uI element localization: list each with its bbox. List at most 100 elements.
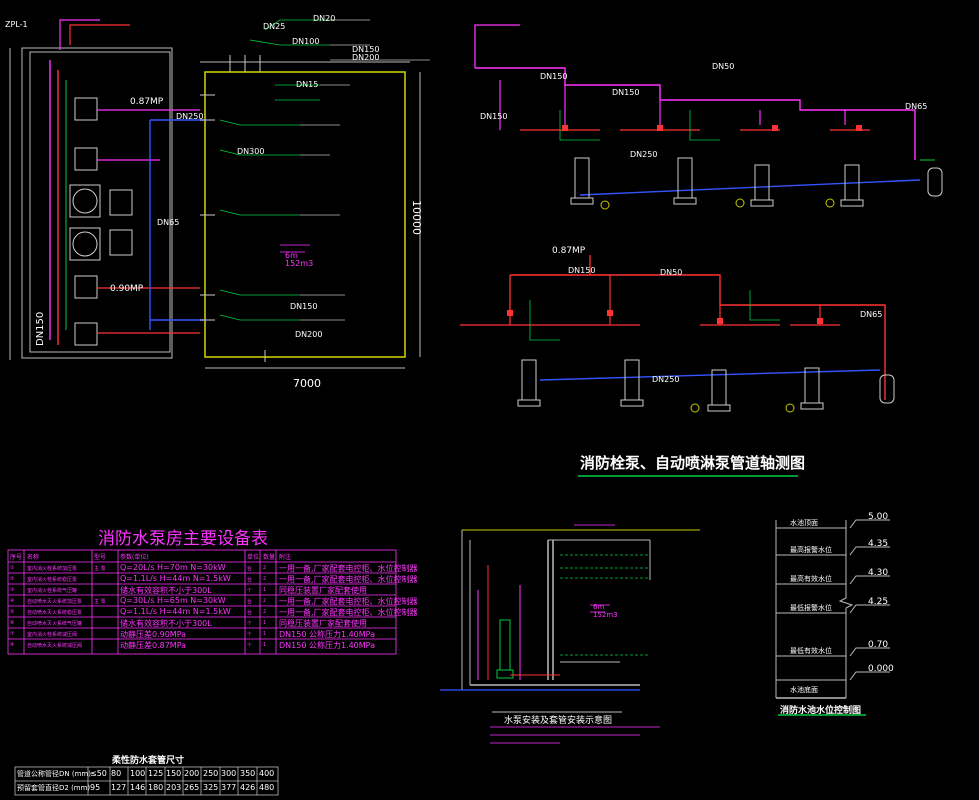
table-header-cell: 序号: [10, 554, 23, 561]
water-level-label: 水池底面: [790, 686, 818, 694]
water-level-value: 0.70: [868, 640, 889, 650]
plan-label: DN65: [157, 218, 180, 227]
pump-install-label: 6m: [593, 603, 605, 611]
table-cell: 2: [263, 565, 267, 571]
table-cell: 自动喷水灭火系统减压阀: [27, 643, 83, 649]
table-header-cell: 参数(单位): [120, 554, 149, 561]
table-cell: 1: [263, 642, 267, 648]
table-cell: 自动喷水灭火系统加压泵: [27, 599, 83, 605]
table-cell: Q=1.1L/s H=44m N=1.5kW: [120, 574, 231, 583]
axon-label: DN50: [712, 62, 735, 71]
table-cell: 自动喷水灭火系统稳压泵: [27, 610, 83, 616]
sleeve-dn-cell: 200: [184, 769, 200, 778]
table-cell: ⑧: [10, 642, 15, 648]
table-cell: ⑦: [10, 631, 15, 637]
table-cell: 2: [263, 598, 267, 604]
table-cell: 1: [263, 587, 267, 593]
plan-label: DN25: [263, 22, 286, 31]
sleeve-d2-cell: 426: [240, 783, 256, 792]
table-cell: 室内消火栓系统气压罐: [27, 588, 78, 594]
table-cell: Q=20L/s H=70m N=30kW: [120, 563, 226, 572]
table-cell: 2: [263, 576, 267, 582]
axonometric-title: 消防栓泵、自动喷淋泵管道轴测图: [580, 454, 806, 472]
plan-width-dim: 7000: [293, 377, 321, 390]
table-header-cell: 附注: [279, 554, 292, 561]
axon-label: DN150: [540, 72, 568, 81]
table-cell: 动静压差0.90MPa: [120, 630, 187, 639]
sleeve-dn-cell: 400: [259, 769, 275, 778]
water-level-label: 水池顶面: [790, 519, 818, 527]
water-level-label: 最高报警水位: [790, 546, 832, 554]
axon-label: DN250: [630, 150, 658, 159]
table-cell: 一用一备,厂家配套电控柜、水位控制器: [279, 608, 418, 617]
table-cell: 室内消火栓系统加压泵: [27, 566, 78, 572]
table-cell: 个: [247, 632, 253, 638]
table-header-cell: 名称: [27, 554, 40, 561]
sleeve-d2-cell: 377: [221, 783, 237, 792]
plan-label: 0.87MP: [130, 97, 164, 107]
plan-label: DN200: [352, 53, 380, 62]
water-level-value: 0.000: [868, 664, 894, 674]
axon-label: DN150: [568, 266, 596, 275]
table-cell: 自动喷水灭火系统气压罐: [27, 621, 83, 627]
water-level-label: 最低有效水位: [790, 647, 832, 655]
sleeve-d2-cell: 265: [184, 783, 200, 792]
sleeve-row-label: 预留套管直径D2 (mm): [17, 784, 91, 792]
table-cell: 储水有效容积不小于300L: [120, 586, 212, 595]
equipment-table-title: 消防水泵房主要设备表: [98, 529, 268, 549]
axon-label: DN65: [860, 310, 883, 319]
axon-label: DN150: [612, 88, 640, 97]
pump-install-caption: 水泵安装及套管安装示意图: [504, 716, 613, 726]
table-cell: ①: [10, 565, 15, 571]
sleeve-dn-cell: 150: [166, 769, 182, 778]
plan-label: 0.90MP: [110, 284, 144, 294]
table-cell: 主 泵: [94, 566, 106, 572]
plan-label: DN250: [176, 112, 204, 121]
plan-label: DN150: [290, 302, 318, 311]
table-cell: 室内消火栓系统稳压泵: [27, 577, 78, 583]
table-cell: 个: [247, 621, 253, 627]
plan-label: 152m3: [285, 259, 314, 268]
sleeve-dn-cell: 300: [221, 769, 237, 778]
table-cell: Q=1.1L/s H=44m N=1.5kW: [120, 607, 231, 616]
table-cell: 个: [247, 588, 253, 594]
water-level-label: 最低报警水位: [790, 604, 832, 612]
table-cell: 1: [263, 620, 267, 626]
water-level-caption: 消防水池水位控制图: [780, 706, 862, 716]
axon-label: 0.87MP: [552, 246, 586, 256]
water-level-value: 4.35: [868, 539, 889, 549]
table-cell: ⑤: [10, 609, 15, 615]
sleeve-d2-cell: 95: [90, 783, 101, 792]
table-cell: ③: [10, 587, 15, 593]
sleeve-row-label: 管道公称管径DN (mm): [17, 770, 91, 778]
table-cell: 个: [247, 643, 253, 649]
table-cell: 台: [247, 566, 253, 572]
table-cell: 一用一备,厂家配套电控柜、水位控制器: [279, 575, 418, 584]
axon-label: DN50: [660, 268, 683, 277]
sleeve-dn-cell: 125: [148, 769, 164, 778]
sleeve-dn-cell: 350: [240, 769, 256, 778]
table-cell: 一用一备,厂家配套电控柜、水位控制器: [279, 597, 418, 606]
plan-label: DN200: [295, 330, 323, 339]
table-cell: 同稳压装置厂家配套使用: [279, 619, 367, 628]
table-header-cell: 型号: [94, 554, 107, 561]
axon-label: DN250: [652, 375, 680, 384]
table-cell: DN150 公称压力1.40MPa: [279, 630, 376, 639]
water-level-label: 最高有效水位: [790, 575, 832, 583]
table-cell: 动静压差0.87MPa: [120, 641, 187, 650]
plan-height-dim: 10000: [410, 200, 423, 235]
sleeve-d2-cell: 127: [111, 783, 127, 792]
table-cell: 台: [247, 599, 253, 605]
table-cell: ⑥: [10, 620, 15, 626]
sleeve-dn-cell: 250: [203, 769, 219, 778]
table-cell: 台: [247, 610, 253, 616]
table-header-cell: 数量: [263, 554, 276, 561]
sleeve-d2-cell: 325: [203, 783, 219, 792]
pump-install-detail: [440, 524, 700, 744]
table-cell: 2: [263, 609, 267, 615]
table-cell: 同稳压装置厂家配套使用: [279, 586, 367, 595]
sleeve-dn-cell: 100: [130, 769, 146, 778]
sleeve-d2-cell: 203: [166, 783, 182, 792]
pump-room-plan: [9, 19, 430, 369]
sleeve-d2-cell: 480: [259, 783, 275, 792]
